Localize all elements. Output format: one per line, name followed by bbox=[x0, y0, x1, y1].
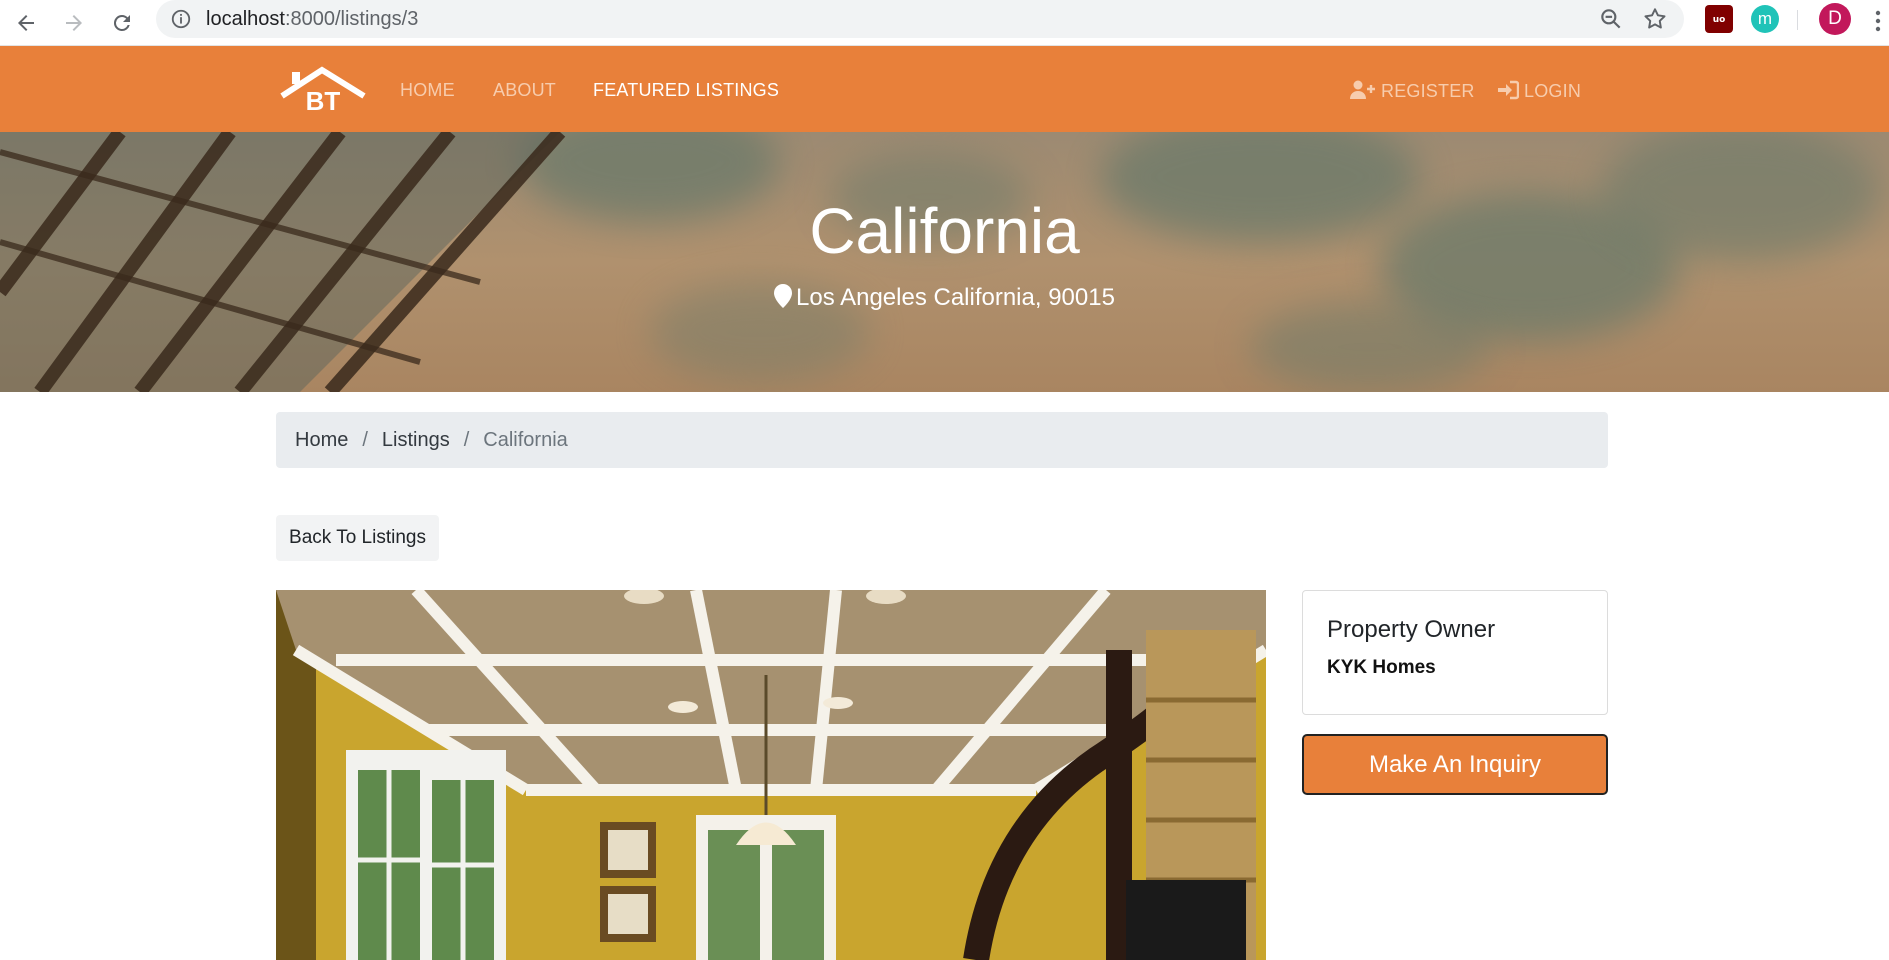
breadcrumb-listings-link[interactable]: Listings bbox=[382, 429, 450, 452]
site-logo[interactable]: BT bbox=[278, 64, 368, 116]
svg-text:uo: uo bbox=[1713, 15, 1726, 25]
address-bar[interactable]: localhost:8000/listings/3 bbox=[156, 0, 1684, 38]
listing-title: California bbox=[809, 195, 1080, 267]
forward-arrow-icon[interactable] bbox=[56, 5, 92, 41]
listing-main-photo[interactable] bbox=[276, 590, 1266, 960]
breadcrumb-separator: / bbox=[463, 428, 470, 451]
address-text: Los Angeles California, 90015 bbox=[796, 284, 1115, 311]
ublock-shield-icon[interactable]: uo bbox=[1705, 5, 1733, 33]
map-marker-icon bbox=[774, 284, 793, 308]
reload-icon[interactable] bbox=[104, 5, 140, 41]
site-navbar: BT HOME ABOUT FEATURED LISTINGS REGISTER… bbox=[0, 46, 1889, 132]
sign-in-icon bbox=[1498, 80, 1520, 100]
breadcrumb-separator: / bbox=[362, 428, 368, 451]
profile-avatar[interactable]: D bbox=[1819, 3, 1851, 35]
nav-about-link[interactable]: ABOUT bbox=[493, 80, 556, 101]
nav-login-link[interactable]: LOGIN bbox=[1497, 80, 1581, 102]
owner-name: KYK Homes bbox=[1327, 657, 1436, 678]
nav-featured-listings-link[interactable]: FEATURED LISTINGS bbox=[593, 80, 779, 101]
make-inquiry-button[interactable]: Make An Inquiry bbox=[1302, 734, 1608, 795]
listing-showcase: California Los Angeles California, 90015 bbox=[0, 132, 1889, 392]
toolbar-divider bbox=[1797, 10, 1798, 30]
owner-heading: Property Owner bbox=[1327, 616, 1496, 643]
login-label: LOGIN bbox=[1524, 81, 1582, 101]
extension-m-icon[interactable]: m bbox=[1751, 5, 1779, 33]
browser-menu-icon[interactable] bbox=[1874, 9, 1882, 38]
url-text: localhost:8000/listings/3 bbox=[206, 8, 419, 30]
user-plus-icon bbox=[1350, 80, 1375, 99]
bookmark-star-icon[interactable] bbox=[1642, 6, 1668, 37]
breadcrumb-home-link[interactable]: Home bbox=[295, 429, 348, 452]
extension-m-letter: m bbox=[1757, 9, 1773, 28]
register-label: REGISTER bbox=[1381, 81, 1475, 101]
nav-home-link[interactable]: HOME bbox=[400, 80, 455, 101]
site-info-icon[interactable] bbox=[170, 8, 192, 35]
breadcrumb-current: California bbox=[483, 428, 568, 451]
listing-address: Los Angeles California, 90015 bbox=[0, 284, 1889, 312]
back-arrow-icon[interactable] bbox=[8, 5, 44, 41]
profile-initial: D bbox=[1828, 8, 1842, 29]
breadcrumb: Home / Listings / California bbox=[276, 412, 1608, 468]
zoom-icon[interactable] bbox=[1598, 6, 1624, 37]
browser-toolbar: localhost:8000/listings/3 uo m D bbox=[0, 0, 1889, 46]
nav-register-link[interactable]: REGISTER bbox=[1350, 80, 1475, 102]
logo-text: BT bbox=[306, 86, 341, 114]
back-to-listings-button[interactable]: Back To Listings bbox=[276, 515, 439, 561]
property-owner-card: Property Owner KYK Homes bbox=[1302, 590, 1608, 715]
interior-photo-graphic bbox=[276, 590, 1266, 960]
